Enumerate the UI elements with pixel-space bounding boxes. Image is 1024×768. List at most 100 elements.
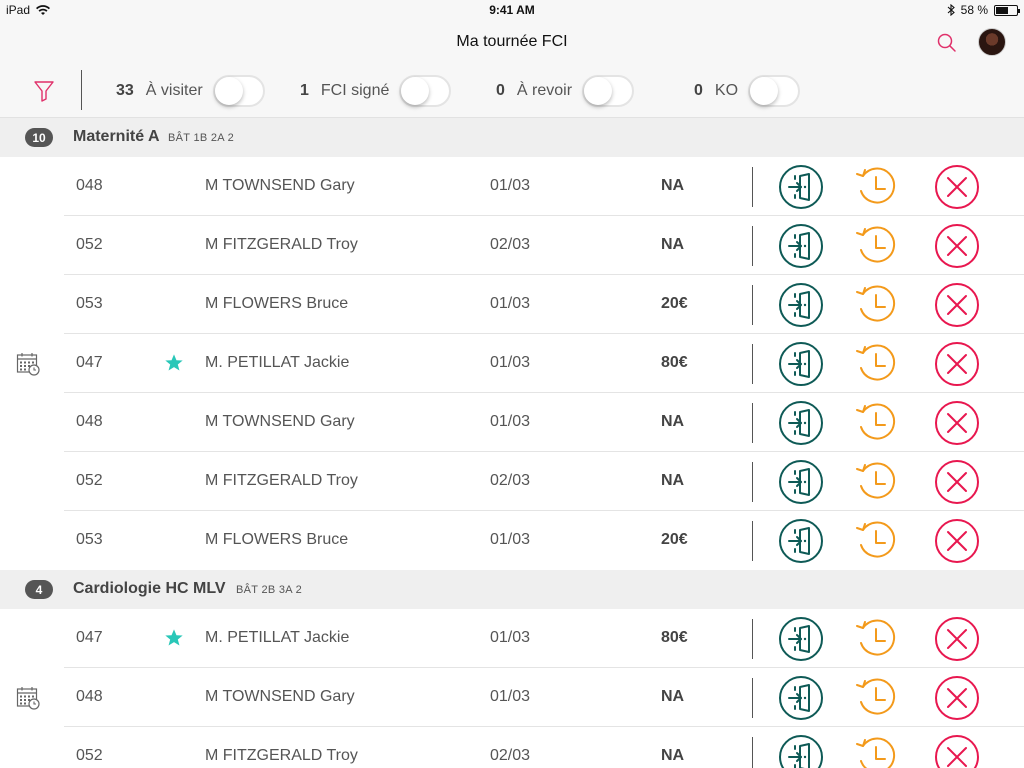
- postpone-clock-icon[interactable]: [854, 341, 900, 387]
- filter-ko: 0 KO: [694, 64, 801, 118]
- postpone-clock-icon[interactable]: [854, 164, 900, 210]
- patient-name: M FLOWERS Bruce: [205, 531, 349, 548]
- filter-label: À visiter: [145, 82, 203, 99]
- patient-name: M FITZGERALD Troy: [205, 747, 358, 764]
- filter-fci-signe: 1 FCI signé: [300, 64, 452, 118]
- amount: NA: [661, 747, 685, 764]
- enter-door-icon[interactable]: [778, 223, 824, 269]
- table-row[interactable]: 048 M TOWNSEND Gary 01/03 NA: [64, 668, 1024, 727]
- amount: NA: [661, 236, 685, 253]
- room-number: 053: [76, 295, 103, 312]
- filter-a-visiter: 33 À visiter: [116, 64, 265, 118]
- toggle-fci-signe[interactable]: [399, 75, 452, 107]
- filter-a-revoir: 0 À revoir: [496, 64, 635, 118]
- row-divider: [752, 344, 753, 384]
- close-icon[interactable]: [934, 675, 980, 721]
- visit-date: 01/03: [490, 688, 531, 705]
- row-divider: [752, 167, 753, 207]
- table-row[interactable]: 047 M. PETILLAT Jackie 01/03 80€: [64, 609, 1024, 668]
- enter-door-icon[interactable]: [778, 616, 824, 662]
- table-row[interactable]: 052 M FITZGERALD Troy 02/03 NA: [64, 216, 1024, 275]
- calendar-history-icon[interactable]: [16, 352, 40, 376]
- postpone-clock-icon[interactable]: [854, 400, 900, 446]
- postpone-clock-icon[interactable]: [854, 518, 900, 564]
- filter-count: 1: [300, 82, 309, 99]
- filter-label: À revoir: [516, 82, 573, 99]
- nav-bar: Ma tournée FCI: [0, 20, 1024, 64]
- table-row[interactable]: 047 M. PETILLAT Jackie 01/03 80€: [64, 334, 1024, 393]
- avatar[interactable]: [978, 28, 1006, 56]
- enter-door-icon[interactable]: [778, 518, 824, 564]
- patient-name: M TOWNSEND Gary: [205, 177, 355, 194]
- close-icon[interactable]: [934, 518, 980, 564]
- postpone-clock-icon[interactable]: [854, 675, 900, 721]
- section-title: Cardiologie HC MLV: [73, 580, 226, 597]
- star-icon: [164, 609, 186, 667]
- close-icon[interactable]: [934, 400, 980, 446]
- close-icon[interactable]: [934, 734, 980, 768]
- filter-label: KO: [714, 82, 739, 99]
- table-row[interactable]: 053 M FLOWERS Bruce 01/03 20€: [64, 511, 1024, 570]
- amount: 20€: [661, 295, 688, 312]
- close-icon[interactable]: [934, 459, 980, 505]
- visit-list: 10 Maternité A BÂT 1B 2A 2 048 M TOWNSEND G…: [0, 118, 1024, 768]
- battery-fill: [996, 6, 1008, 14]
- row-divider: [752, 521, 753, 561]
- battery-icon: [994, 4, 1020, 16]
- patient-name: M TOWNSEND Gary: [205, 413, 355, 430]
- table-row[interactable]: 048 M TOWNSEND Gary 01/03 NA: [64, 157, 1024, 216]
- row-divider: [752, 737, 753, 768]
- toggle-a-revoir[interactable]: [582, 75, 635, 107]
- row-divider: [752, 619, 753, 659]
- table-row[interactable]: 052 M FITZGERALD Troy 02/03 NA: [64, 727, 1024, 768]
- room-number: 052: [76, 747, 103, 764]
- close-icon[interactable]: [934, 282, 980, 328]
- filter-count: 33: [116, 82, 134, 99]
- postpone-clock-icon[interactable]: [854, 734, 900, 768]
- postpone-clock-icon[interactable]: [854, 459, 900, 505]
- close-icon[interactable]: [934, 164, 980, 210]
- battery-percent: 58 %: [960, 3, 988, 17]
- enter-door-icon[interactable]: [778, 400, 824, 446]
- close-icon[interactable]: [934, 341, 980, 387]
- enter-door-icon[interactable]: [778, 675, 824, 721]
- postpone-clock-icon[interactable]: [854, 282, 900, 328]
- close-icon[interactable]: [934, 223, 980, 269]
- status-time: 9:41 AM: [489, 3, 535, 17]
- toggle-ko[interactable]: [748, 75, 801, 107]
- visit-date: 02/03: [490, 236, 531, 253]
- enter-door-icon[interactable]: [778, 459, 824, 505]
- table-row[interactable]: 053 M FLOWERS Bruce 01/03 20€: [64, 275, 1024, 334]
- patient-name: M. PETILLAT Jackie: [205, 629, 350, 646]
- search-icon[interactable]: [936, 32, 958, 54]
- toggle-a-visiter[interactable]: [212, 75, 265, 107]
- visit-date: 02/03: [490, 472, 531, 489]
- row-divider: [752, 403, 753, 443]
- postpone-clock-icon[interactable]: [854, 223, 900, 269]
- filter-count: 0: [496, 82, 505, 99]
- enter-door-icon[interactable]: [778, 282, 824, 328]
- visit-date: 02/03: [490, 747, 531, 764]
- calendar-history-icon[interactable]: [16, 686, 40, 710]
- enter-door-icon[interactable]: [778, 164, 824, 210]
- patient-name: M FITZGERALD Troy: [205, 236, 358, 253]
- count-badge: 4: [25, 580, 53, 599]
- room-number: 053: [76, 531, 103, 548]
- enter-door-icon[interactable]: [778, 734, 824, 768]
- visit-date: 01/03: [490, 295, 531, 312]
- star-icon: [164, 334, 186, 392]
- postpone-clock-icon[interactable]: [854, 616, 900, 662]
- filter-label: FCI signé: [320, 82, 390, 99]
- visit-date: 01/03: [490, 177, 531, 194]
- close-icon[interactable]: [934, 616, 980, 662]
- section-rows: 048 M TOWNSEND Gary 01/03 NA 052 M FITZGERAL…: [0, 157, 1024, 570]
- enter-door-icon[interactable]: [778, 341, 824, 387]
- amount: NA: [661, 688, 685, 705]
- patient-name: M FITZGERALD Troy: [205, 472, 358, 489]
- section-header: 4 Cardiologie HC MLV BÂT 2B 3A 2: [0, 570, 1024, 609]
- filter-icon[interactable]: [32, 79, 56, 103]
- table-row[interactable]: 048 M TOWNSEND Gary 01/03 NA: [64, 393, 1024, 452]
- room-number: 052: [76, 236, 103, 253]
- table-row[interactable]: 052 M FITZGERALD Troy 02/03 NA: [64, 452, 1024, 511]
- count-badge: 10: [25, 128, 53, 147]
